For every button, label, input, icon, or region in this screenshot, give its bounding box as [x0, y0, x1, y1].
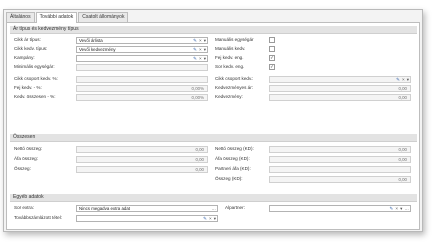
tab-attachments[interactable]: Csatolt állományok	[78, 12, 129, 22]
vat-amount-kd-field: 0,00	[269, 156, 411, 163]
chevron-down-icon[interactable]: ▾	[204, 38, 206, 43]
subpartner-field[interactable]: ✎ × ▾ …	[269, 205, 411, 212]
subpartner-label: Alpartner:	[225, 205, 245, 210]
pencil-icon: ✎	[396, 77, 400, 82]
pencil-icon[interactable]: ✎	[390, 206, 394, 211]
vat-amount-field: 0,00	[76, 156, 208, 163]
clear-icon[interactable]: ×	[199, 38, 202, 43]
manual-unit-price-checkbox[interactable]	[269, 37, 275, 43]
gross-amount-kd-field: 0,00	[269, 176, 411, 183]
chevron-down-icon: ▾	[406, 77, 409, 82]
total-discount-pct-label: Kedv. összesen - %:	[14, 94, 56, 99]
dialog-window: Általános További adatok Csatolt állomán…	[3, 9, 423, 232]
campaign-field[interactable]: ✎ × ▾	[76, 55, 208, 62]
pencil-icon[interactable]: ✎	[193, 38, 197, 43]
chevron-down-icon[interactable]: ▾	[204, 56, 206, 61]
group-discount-pct-field	[76, 76, 208, 83]
net-amount-kd-label: Nettó összeg (KD):	[215, 146, 254, 151]
min-unit-price-field	[76, 64, 208, 71]
clear-icon[interactable]: ×	[199, 56, 202, 61]
chevron-down-icon[interactable]: ▾	[214, 216, 216, 221]
rebilled-item-label: Továbbszámlázott tétel:	[14, 215, 63, 220]
partner-vat-kd-label: Partneri áfa (KD):	[215, 166, 251, 171]
clear-icon[interactable]: ×	[209, 216, 212, 221]
tab-general[interactable]: Általános	[6, 12, 35, 22]
gross-amount-label: Összeg:	[14, 166, 31, 171]
chevron-down-icon[interactable]: ▾	[204, 47, 206, 52]
group-discount-field: ✎ × ▾	[269, 76, 411, 83]
discount-field: 0,00	[269, 94, 411, 101]
min-unit-price-label: Minimális egységár:	[14, 64, 55, 69]
pencil-icon[interactable]: ✎	[203, 216, 207, 221]
price-type-label: Cikk ár típus:	[14, 37, 41, 42]
vat-amount-label: Áfa összeg:	[14, 156, 39, 161]
vat-amount-kd-label: Áfa összeg (KD):	[215, 156, 250, 161]
tab-content: Ár típus és kedvezmény típus Cikk ár típ…	[6, 22, 420, 230]
discounted-price-field: 0,00	[269, 85, 411, 92]
net-amount-kd-field: 0,00	[269, 146, 411, 153]
line-extra-label: Sor extra:	[14, 205, 34, 210]
clear-icon[interactable]: ×	[199, 47, 202, 52]
group-discount-label: Cikk csoport kedv.:	[215, 76, 254, 81]
header-discount-enable-label: Fej kedv. eng.	[215, 55, 244, 60]
group-discount-pct-label: Cikk csoport kedv. %:	[14, 76, 58, 81]
total-discount-pct-field: 0,00%	[76, 94, 208, 101]
discounted-price-label: Kedvezményes ár:	[215, 85, 254, 90]
campaign-label: Kampány:	[14, 55, 35, 60]
gross-amount-field: 0,00	[76, 166, 208, 173]
discount-type-field[interactable]: Vevői kedvezmény ✎ × ▾	[76, 46, 208, 53]
partner-vat-kd-field	[269, 166, 411, 173]
pencil-icon[interactable]: ✎	[193, 47, 197, 52]
clear-icon: ×	[402, 77, 405, 82]
header-discount-pct-label: Fej kedv. - %:	[14, 85, 42, 90]
ellipsis-icon[interactable]: …	[404, 206, 409, 211]
tab-further-data[interactable]: További adatok	[35, 12, 78, 23]
gross-amount-kd-label: Összeg (KD):	[215, 176, 243, 181]
section-header-other: Egyéb adatok	[10, 194, 417, 202]
pencil-icon[interactable]: ✎	[193, 56, 197, 61]
header-discount-pct-field: 0,00%	[76, 85, 208, 92]
clear-icon[interactable]: ×	[395, 206, 398, 211]
net-amount-field: 0,00	[76, 146, 208, 153]
discount-label: Kedvezmény:	[215, 94, 243, 99]
manual-discount-label: Manuális kedv.	[215, 46, 246, 51]
net-amount-label: Nettó összeg:	[14, 146, 43, 151]
rebilled-item-field[interactable]: ✎ × ▾	[76, 215, 218, 222]
manual-discount-checkbox[interactable]	[269, 46, 275, 52]
section-header-totals: Összesen	[10, 134, 417, 142]
header-discount-enable-checkbox[interactable]: ✓	[269, 55, 275, 61]
line-extra-field[interactable]: Nincs megadva extra adat …	[76, 205, 218, 212]
section-header-price: Ár típus és kedvezmény típus	[10, 26, 417, 34]
discount-type-label: Cikk kedv. típus:	[14, 46, 48, 51]
chevron-down-icon[interactable]: ▾	[400, 206, 402, 211]
manual-unit-price-label: Manuális egységár	[215, 37, 254, 42]
line-discount-enable-checkbox[interactable]: ✓	[269, 64, 275, 70]
price-type-field[interactable]: Vevői árlista ✎ × ▾	[76, 37, 208, 44]
ellipsis-icon[interactable]: …	[211, 206, 216, 211]
line-discount-enable-label: Sor kedv. eng.	[215, 64, 245, 69]
tab-bar: Általános További adatok Csatolt állomán…	[6, 12, 129, 23]
